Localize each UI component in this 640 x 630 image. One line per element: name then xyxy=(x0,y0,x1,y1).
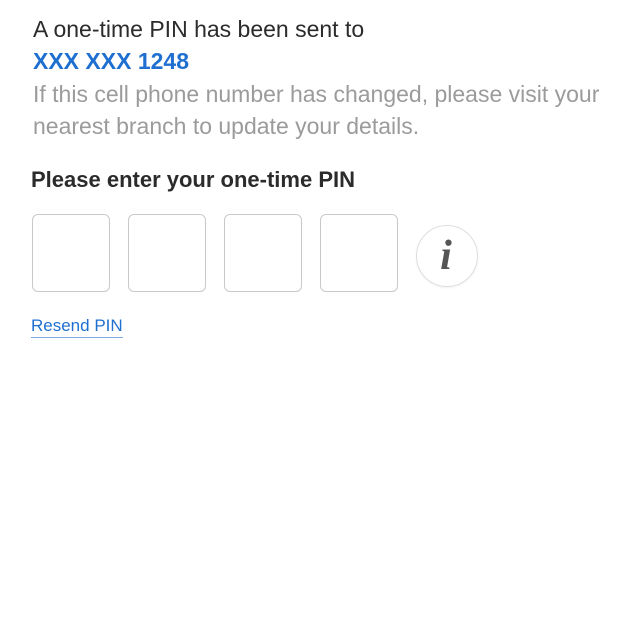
resend-pin-link[interactable]: Resend PIN xyxy=(31,316,123,338)
pin-prompt-heading: Please enter your one-time PIN xyxy=(31,167,355,192)
phone-change-notice: If this cell phone number has changed, p… xyxy=(33,81,600,139)
info-icon: i xyxy=(440,233,452,279)
masked-phone-number: XXX XXX 1248 xyxy=(33,48,189,74)
pin-digit-1-input[interactable] xyxy=(32,214,110,292)
otp-screen: A one-time PIN has been sent to XXX XXX … xyxy=(0,0,640,630)
otp-sent-label: A one-time PIN has been sent to xyxy=(33,16,365,42)
pin-digit-2-input[interactable] xyxy=(128,214,206,292)
info-button[interactable]: i xyxy=(416,225,478,287)
pin-digit-4-input[interactable] xyxy=(320,214,398,292)
pin-digit-3-input[interactable] xyxy=(224,214,302,292)
